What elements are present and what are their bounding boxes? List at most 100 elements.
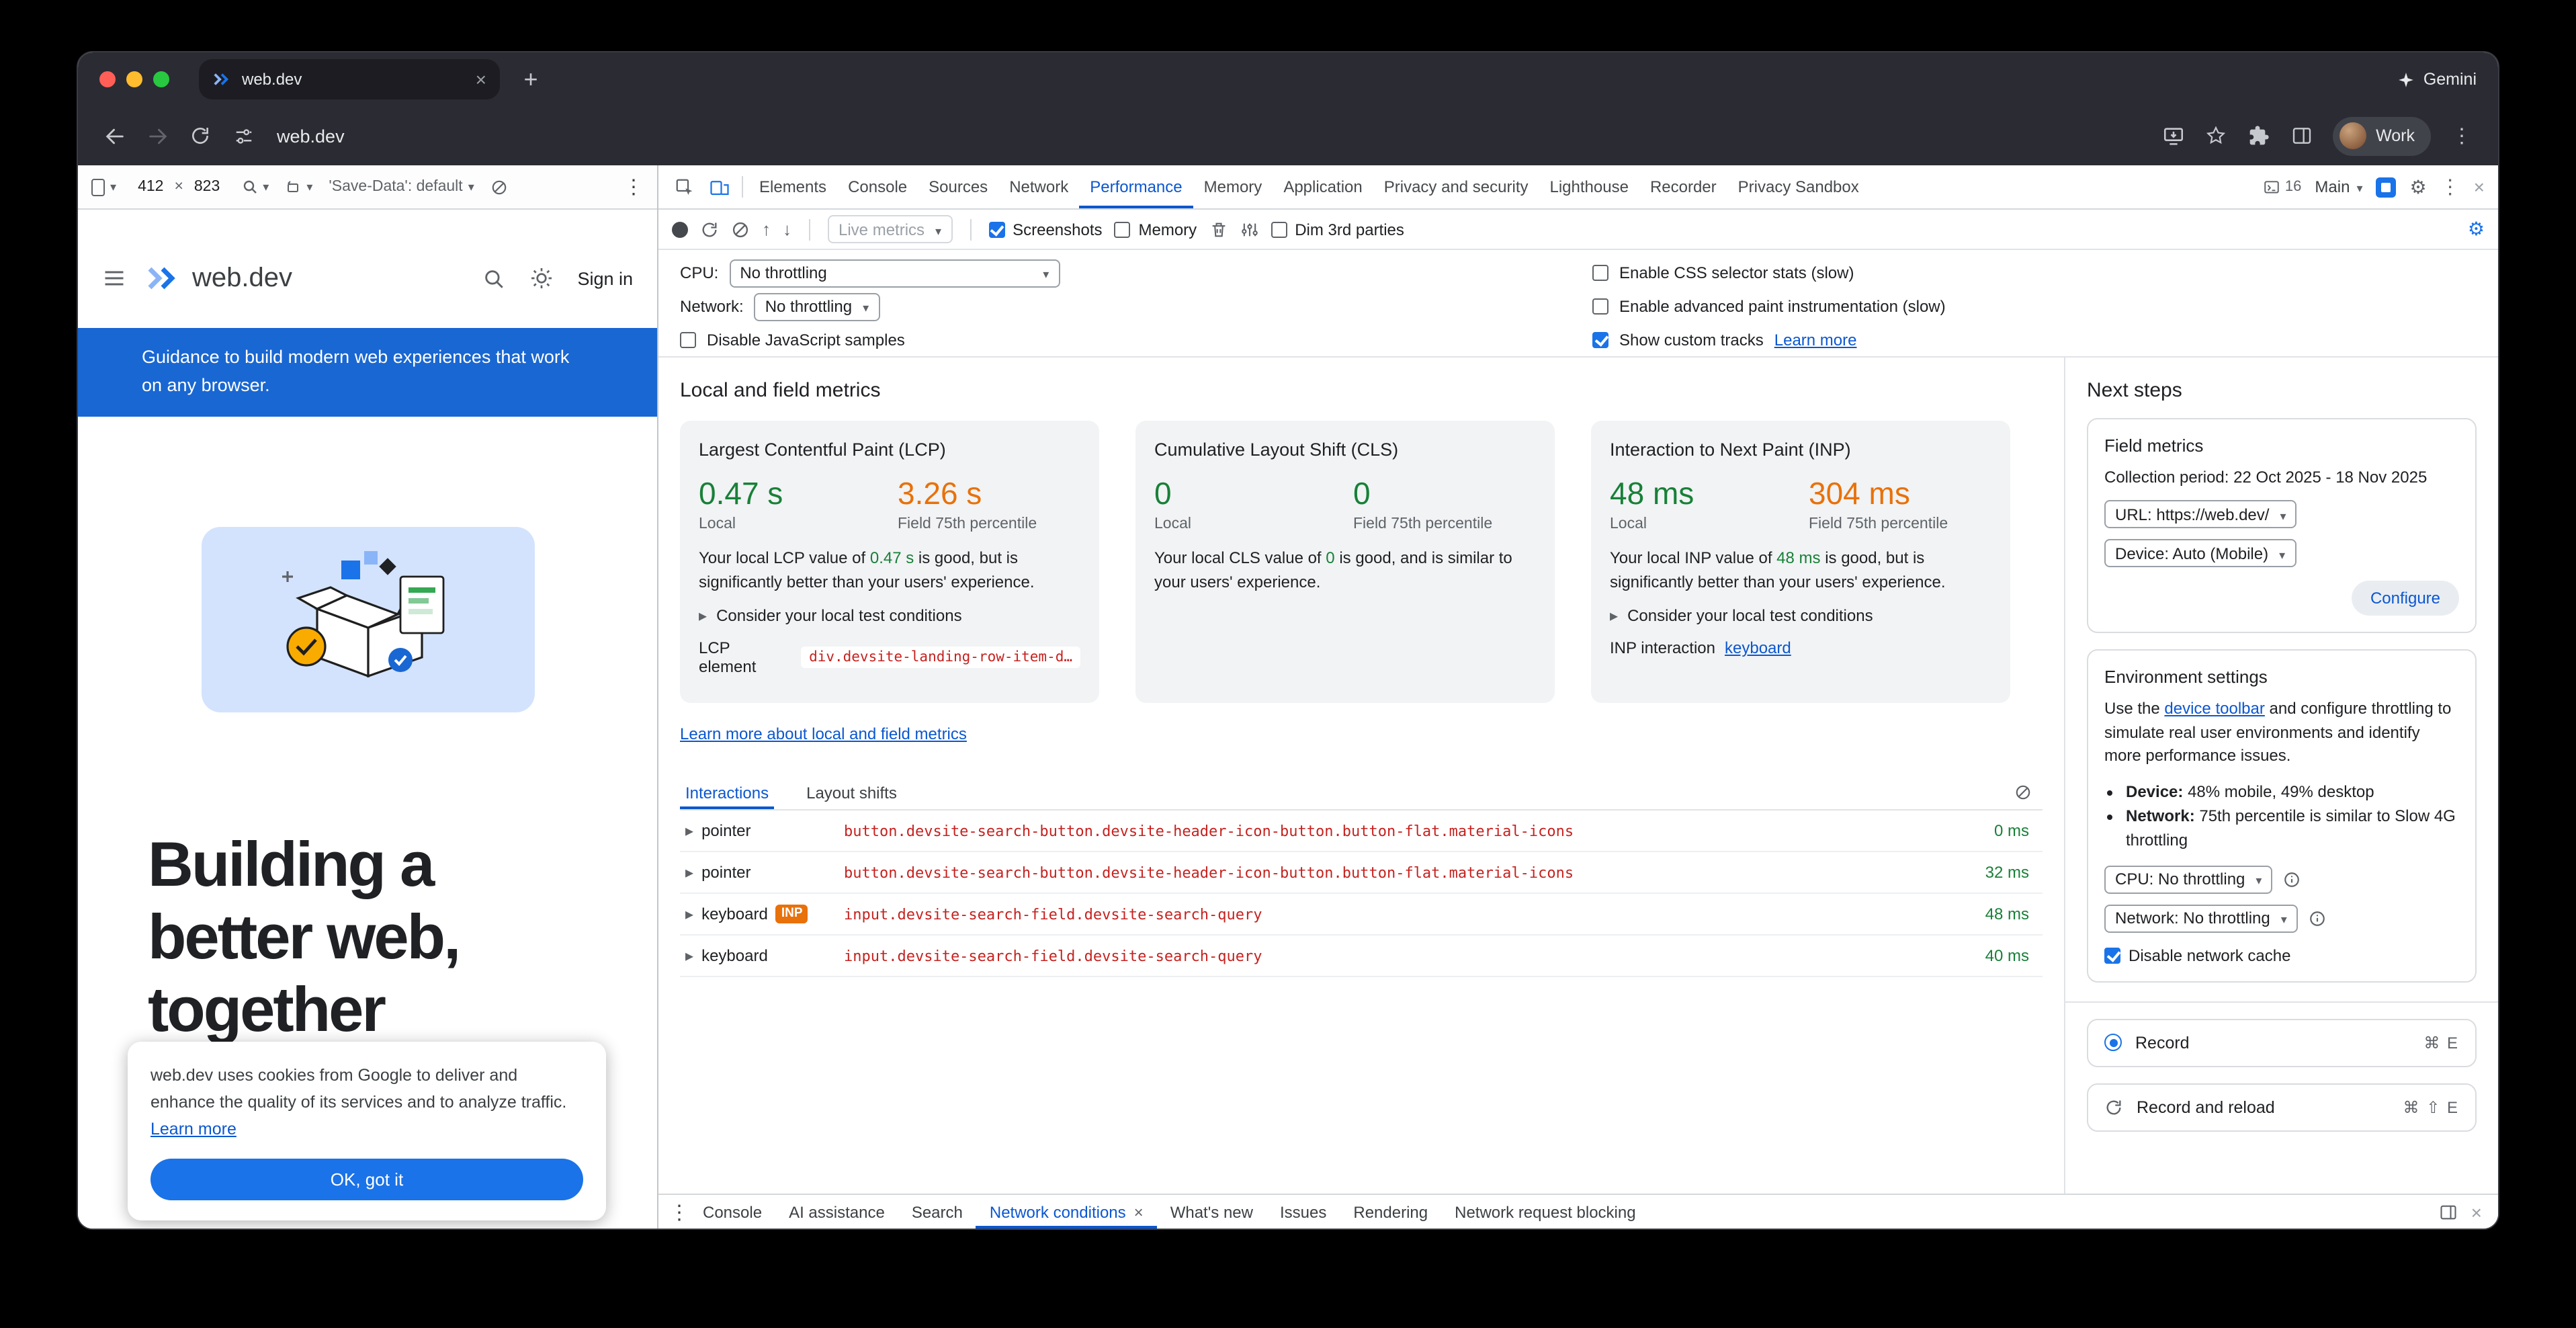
side-panel-icon[interactable]	[2282, 116, 2322, 156]
minimize-window-button[interactable]	[126, 71, 142, 87]
save-profile-icon[interactable]	[783, 217, 791, 241]
site-logo[interactable]: web.dev	[145, 263, 292, 294]
show-custom-tracks-checkbox[interactable]	[1592, 332, 1608, 348]
interaction-row[interactable]: pointer button.devsite-search-button.dev…	[680, 852, 2043, 894]
close-window-button[interactable]	[99, 71, 116, 87]
drawer-tab-issues[interactable]: Issues	[1266, 1195, 1340, 1229]
expand-icon[interactable]	[685, 946, 693, 965]
drawer-close-icon[interactable]	[2471, 1201, 2482, 1222]
tab-network[interactable]: Network	[998, 165, 1079, 208]
info-icon[interactable]	[2283, 870, 2301, 888]
capture-settings-gear-icon[interactable]	[2468, 217, 2485, 241]
interaction-element-link[interactable]: button.devsite-search-button.devsite-hea…	[844, 864, 1948, 881]
expand-icon[interactable]	[685, 905, 693, 923]
tab-sources[interactable]: Sources	[918, 165, 998, 208]
tab-lighthouse[interactable]: Lighthouse	[1539, 165, 1639, 208]
viewport-height-field[interactable]: 823	[189, 176, 225, 198]
css-selector-stats-checkbox[interactable]	[1592, 265, 1608, 281]
gemini-button[interactable]: Gemini	[2398, 70, 2477, 89]
back-button[interactable]	[94, 116, 134, 156]
drawer-tab-network-request-blocking[interactable]: Network request blocking	[1441, 1195, 1649, 1229]
tab-elements[interactable]: Elements	[748, 165, 837, 208]
devtools-close-icon[interactable]	[2474, 176, 2485, 198]
clear-log-icon[interactable]	[2014, 784, 2043, 801]
expand-icon[interactable]	[685, 863, 693, 882]
dock-side-icon[interactable]	[2439, 1202, 2458, 1221]
bookmark-star-icon[interactable]	[2196, 116, 2236, 156]
interaction-element-link[interactable]: input.devsite-search-field.devsite-searc…	[844, 905, 1948, 923]
focus-page-icon[interactable]	[2376, 177, 2397, 197]
cookie-learn-more-link[interactable]: Learn more	[151, 1120, 237, 1138]
interaction-row[interactable]: pointer button.devsite-search-button.dev…	[680, 811, 2043, 852]
inspect-element-icon[interactable]	[667, 169, 701, 204]
metrics-learn-more-link[interactable]: Learn more about local and field metrics	[680, 724, 967, 743]
configure-button[interactable]: Configure	[2352, 581, 2459, 616]
extensions-puzzle-icon[interactable]	[2239, 116, 2279, 156]
rotate-select[interactable]	[285, 179, 312, 195]
emulation-menu-icon[interactable]	[624, 175, 644, 199]
browser-tab[interactable]: web.dev	[199, 59, 500, 99]
browser-menu-icon[interactable]	[2442, 116, 2482, 156]
forward-button[interactable]	[137, 116, 177, 156]
record-icon[interactable]	[672, 221, 688, 237]
drawer-tab-network-conditions[interactable]: Network conditions	[976, 1195, 1157, 1229]
dim-3rd-parties-checkbox[interactable]	[1271, 221, 1287, 237]
device-toolbar-link[interactable]: device toolbar	[2164, 700, 2264, 718]
new-tab-button[interactable]	[513, 62, 548, 97]
tab-privacy-and-security[interactable]: Privacy and security	[1373, 165, 1539, 208]
info-icon[interactable]	[2309, 909, 2326, 927]
address-bar[interactable]: web.dev	[277, 126, 345, 146]
custom-tracks-learn-more-link[interactable]: Learn more	[1774, 331, 1857, 349]
drawer-tab-ai-assistance[interactable]: AI assistance	[775, 1195, 898, 1229]
tab-performance[interactable]: Performance	[1079, 165, 1193, 208]
interaction-element-link[interactable]: input.devsite-search-field.devsite-searc…	[844, 947, 1948, 964]
env-network-select[interactable]: Network: No throttling	[2104, 904, 2298, 932]
drawer-menu-icon[interactable]	[669, 1200, 689, 1224]
inp-interaction-link[interactable]: keyboard	[1725, 638, 1791, 657]
device-select[interactable]	[91, 178, 116, 196]
tab-recorder[interactable]: Recorder	[1639, 165, 1727, 208]
site-info-icon[interactable]	[223, 116, 263, 156]
viewport-width-field[interactable]: 412	[132, 176, 169, 198]
save-data-select[interactable]: 'Save-Data': default	[329, 179, 474, 195]
expand-icon[interactable]	[685, 821, 693, 840]
profile-button[interactable]: Work	[2333, 116, 2431, 155]
drawer-tab-search[interactable]: Search	[898, 1195, 976, 1229]
record-and-reload-button[interactable]: Record and reload ⌘ ⇧ E	[2087, 1083, 2477, 1131]
lcp-element-link[interactable]: div.devsite-landing-row-item-d…	[801, 647, 1080, 668]
reload-button[interactable]	[180, 116, 220, 156]
tab-memory[interactable]: Memory	[1193, 165, 1273, 208]
lcp-test-conditions-toggle[interactable]: Consider your local test conditions	[699, 606, 1080, 625]
install-icon[interactable]	[2153, 116, 2193, 156]
drawer-tab-rendering[interactable]: Rendering	[1340, 1195, 1441, 1229]
cookie-ok-button[interactable]: OK, got it	[151, 1159, 583, 1200]
field-url-select[interactable]: URL: https://web.dev/	[2104, 501, 2297, 529]
disable-js-samples-checkbox[interactable]	[680, 332, 696, 348]
devtools-settings-icon[interactable]	[2410, 175, 2427, 198]
device-toolbar-icon[interactable]	[701, 169, 736, 204]
network-throttling-icon[interactable]	[490, 178, 508, 196]
network-throttling-select[interactable]: No throttling	[755, 292, 879, 321]
drawer-tab-console[interactable]: Console	[689, 1195, 775, 1229]
sign-in-link[interactable]: Sign in	[577, 268, 633, 288]
tab-privacy-sandbox[interactable]: Privacy Sandbox	[1727, 165, 1870, 208]
theme-toggle-icon[interactable]	[529, 266, 553, 290]
sliders-icon[interactable]	[1240, 220, 1258, 239]
tab-console[interactable]: Console	[837, 165, 918, 208]
javascript-context-select[interactable]: Main	[2315, 177, 2362, 196]
load-profile-icon[interactable]	[762, 217, 771, 241]
interaction-row[interactable]: keyboard INP input.devsite-search-field.…	[680, 894, 2043, 936]
screenshots-checkbox[interactable]	[988, 221, 1004, 237]
drawer-tab-close-icon[interactable]	[1134, 1202, 1144, 1221]
tab-interactions[interactable]: Interactions	[680, 776, 774, 809]
devtools-menu-icon[interactable]	[2440, 175, 2460, 199]
garbage-collect-icon[interactable]	[1209, 220, 1228, 239]
drawer-tab-whats-new[interactable]: What's new	[1157, 1195, 1266, 1229]
inp-test-conditions-toggle[interactable]: Consider your local test conditions	[1610, 606, 1991, 625]
history-select[interactable]: Live metrics	[828, 215, 952, 243]
interaction-row[interactable]: keyboard input.devsite-search-field.devs…	[680, 936, 2043, 977]
clear-icon[interactable]	[731, 220, 750, 239]
interaction-element-link[interactable]: button.devsite-search-button.devsite-hea…	[844, 822, 1948, 839]
env-cpu-select[interactable]: CPU: No throttling	[2104, 865, 2272, 893]
tab-layout-shifts[interactable]: Layout shifts	[801, 776, 902, 809]
